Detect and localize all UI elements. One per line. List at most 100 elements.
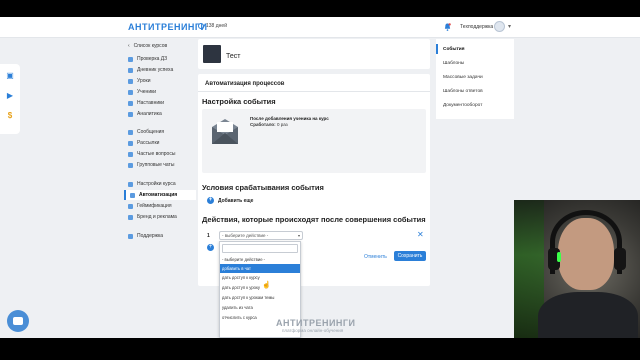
sidebar-back[interactable]: ‹ Список курсов	[124, 41, 196, 51]
event-heading: Настройка события	[202, 97, 276, 106]
action-select[interactable]: - выберите действие - ▾	[219, 231, 303, 240]
sidebar-back-label: Список курсов	[133, 43, 168, 49]
clock-icon	[198, 23, 204, 29]
video-icon[interactable]: ▶	[6, 92, 14, 100]
sidebar-item-label: Групповые чаты	[137, 162, 175, 168]
sidebar-item-mentors[interactable]: Наставники	[124, 98, 196, 108]
sidebar-item-messages[interactable]: Сообщения	[124, 127, 196, 137]
mail-icon	[128, 140, 133, 146]
automation-title: Автоматизация процессов	[205, 81, 285, 87]
sidebar-item-analytics[interactable]: Аналитика	[124, 109, 196, 119]
logo[interactable]: АНТИТРЕНИНГИ	[128, 22, 208, 32]
sidebar-item-label: Уроки	[137, 78, 151, 84]
dropdown-option[interactable]: добавить в чат	[220, 264, 300, 273]
footer-subtitle: платформа онлайн-обучения	[282, 328, 344, 333]
chevron-left-icon: ‹	[128, 43, 130, 49]
sidebar-item-label: Рассылки	[137, 140, 160, 146]
add-action-button[interactable]: +	[207, 244, 214, 251]
conditions-heading: Условия срабатывания события	[202, 183, 324, 192]
dropdown-option[interactable]: - выберите действие -	[220, 255, 300, 264]
dollar-icon[interactable]: $	[6, 112, 14, 120]
sidebar-item-mailings[interactable]: Рассылки	[124, 138, 196, 148]
trophy-icon	[128, 203, 133, 209]
right-item-events[interactable]: События	[443, 47, 465, 52]
webcam-overlay	[514, 200, 640, 338]
close-icon[interactable]: ✕	[417, 230, 424, 239]
sidebar-item-label: Геймификация	[137, 203, 172, 209]
right-item-bulk-tasks[interactable]: Массовые задачи	[443, 75, 483, 80]
dropdown-option[interactable]: дать доступ к уроку	[220, 283, 300, 292]
sidebar-item-label: Автоматизация	[139, 192, 178, 198]
sidebar-item-label: Дневник успеха	[137, 67, 174, 73]
action-select-value: - выберите действие -	[222, 233, 269, 238]
chevron-down-icon[interactable]: ▾	[508, 23, 511, 30]
dropdown-option[interactable]: удалить из чата	[220, 303, 300, 312]
active-indicator	[436, 44, 438, 54]
right-item-answer-templates[interactable]: Шаблоны ответов	[443, 89, 483, 94]
sidebar-item-homework[interactable]: Проверка ДЗ	[124, 54, 196, 64]
right-item-templates[interactable]: Шаблоны	[443, 61, 464, 66]
chevron-down-icon: ▾	[297, 233, 300, 238]
top-bar: АНТИТРЕНИНГИ 138 дней Техподдержка ▾	[0, 17, 640, 38]
chat-button[interactable]	[7, 310, 29, 332]
sidebar-item-course-settings[interactable]: Настройки курса	[124, 179, 196, 189]
sidebar-item-faq[interactable]: Частые вопросы	[124, 149, 196, 159]
actions-heading: Действия, которые происходят после совер…	[202, 215, 426, 224]
bell-icon[interactable]	[444, 23, 451, 31]
sidebar-item-students[interactable]: Ученики	[124, 87, 196, 97]
cancel-button[interactable]: Отменить	[364, 254, 387, 260]
message-icon	[128, 129, 133, 135]
avatar[interactable]	[494, 21, 505, 32]
person-shirt	[538, 292, 638, 338]
dropdown-option[interactable]: дать доступ к урокам темы	[220, 293, 300, 302]
mentor-icon	[128, 100, 133, 106]
analytics-icon	[128, 111, 133, 117]
sidebar-item-group-chats[interactable]: Групповые чаты	[124, 160, 196, 170]
sidebar-item-label: Ученики	[137, 89, 157, 95]
gear-icon	[128, 181, 133, 187]
sidebar-item-brand[interactable]: Бренд и реклама	[124, 212, 196, 222]
support-link[interactable]: Техподдержка	[460, 24, 493, 30]
sidebar-item-label: Настройки курса	[137, 181, 176, 187]
footer-logo: АНТИТРЕНИНГИ	[276, 318, 356, 328]
event-fired: Сработало: 0 раз	[250, 122, 288, 127]
event-fired-label: Сработало:	[250, 122, 276, 127]
sidebar-item-gamification[interactable]: Геймификация	[124, 201, 196, 211]
faq-icon	[128, 151, 133, 157]
sidebar-item-label: Поддержка	[137, 233, 164, 239]
automation-icon	[130, 192, 135, 198]
headset-ear-right	[614, 248, 626, 270]
sidebar-item-label: Аналитика	[137, 111, 162, 117]
action-number: 1	[207, 233, 210, 239]
sidebar-item-label: Наставники	[137, 100, 165, 106]
envelope-icon	[212, 119, 238, 144]
sidebar-item-support[interactable]: Поддержка	[124, 231, 196, 241]
sidebar-item-label: Сообщения	[137, 129, 165, 135]
add-condition-button[interactable]: + Добавить еще	[207, 197, 253, 204]
days-counter: 138 дней	[198, 23, 227, 29]
sidebar-item-label: Проверка ДЗ	[137, 56, 168, 62]
save-button[interactable]: Сохранить	[394, 251, 426, 261]
days-label: 138 дней	[206, 23, 227, 29]
sidebar-item-automation[interactable]: Автоматизация	[124, 190, 196, 200]
course-thumbnail	[203, 45, 221, 63]
headset	[550, 210, 622, 274]
left-rail: ▣ ▶ $	[0, 64, 20, 134]
event-trigger: После добавления ученика на курс	[250, 116, 329, 121]
lessons-icon	[128, 78, 133, 84]
diary-icon	[128, 67, 133, 73]
dropdown-search-input[interactable]	[222, 244, 298, 253]
courses-icon[interactable]: ▣	[6, 72, 14, 80]
check-icon	[128, 56, 133, 62]
sidebar-item-lessons[interactable]: Уроки	[124, 76, 196, 86]
sidebar-item-diary[interactable]: Дневник успеха	[124, 65, 196, 75]
add-more-label: Добавить еще	[218, 197, 254, 204]
brand-icon	[128, 214, 133, 220]
event-fired-value: 0 раз	[276, 122, 288, 127]
right-panel: События Шаблоны Массовые задачи Шаблоны …	[436, 39, 514, 119]
users-icon	[128, 89, 133, 95]
right-item-documents[interactable]: Документооборот	[443, 103, 482, 108]
headset-light	[557, 252, 561, 262]
chat-icon	[13, 317, 23, 325]
dropdown-option[interactable]: дать доступ к курсу	[220, 273, 300, 282]
